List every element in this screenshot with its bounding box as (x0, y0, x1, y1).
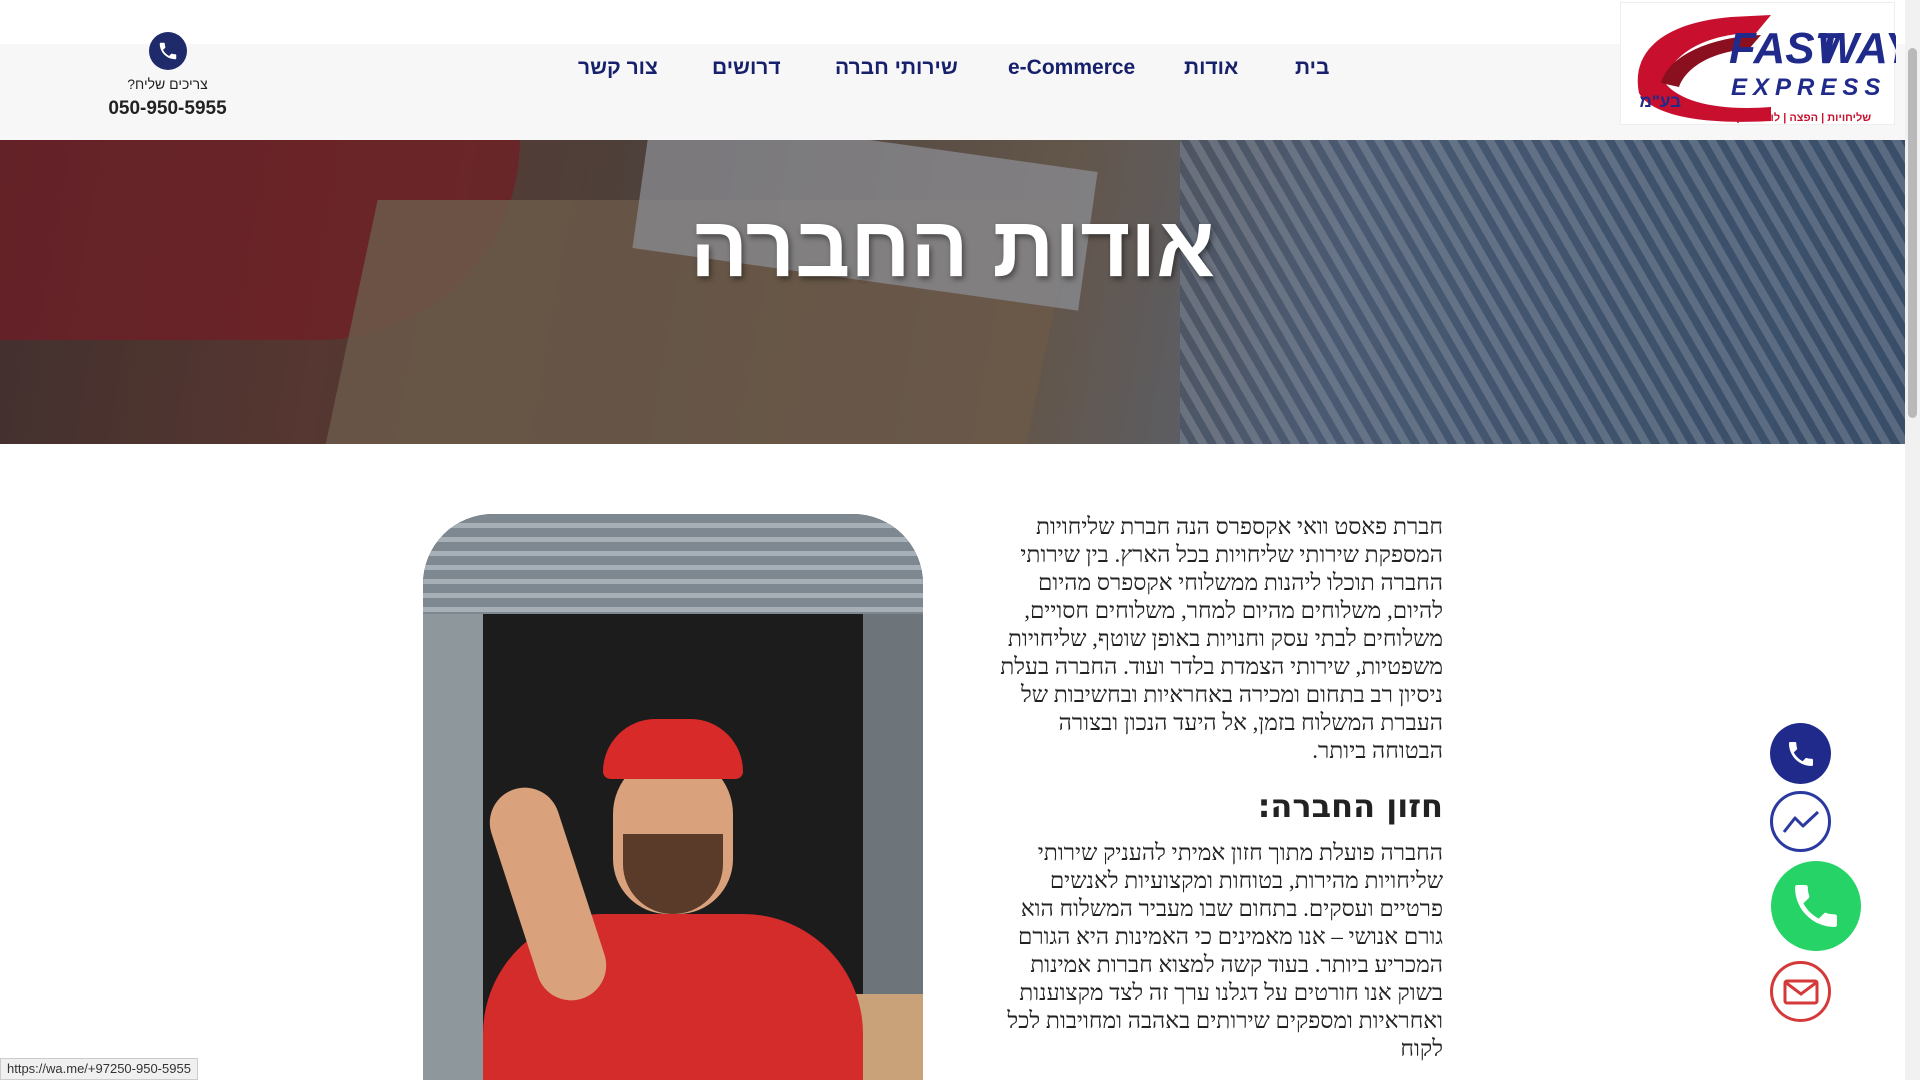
header-contact[interactable]: צריכים שליח? 050-950-5955 (100, 32, 235, 120)
page-scrollbar-thumb[interactable] (1908, 48, 1917, 418)
hero-title: אודות החברה (690, 199, 1215, 295)
logo-tagline: שליחויות | הפצה | לוגיסטיקה (1729, 111, 1871, 124)
email-icon (1783, 979, 1818, 1004)
site-header: FAST WAY EXPRESS בע"מ שליחויות | הפצה | … (0, 0, 1918, 140)
vision-paragraph: החברה פועלת מתוך חזון אמיתי להעניק שירות… (1007, 840, 1443, 1061)
logo-word-express: EXPRESS (1731, 74, 1886, 101)
page: FAST WAY EXPRESS בע"מ שליחויות | הפצה | … (0, 0, 1920, 1080)
contact-question: צריכים שליח? (127, 76, 208, 92)
nav-item-about[interactable]: אודות (1184, 56, 1238, 80)
photo-shutter (423, 514, 923, 614)
logo-suffix: בע"מ (1640, 92, 1682, 111)
site-logo[interactable]: FAST WAY EXPRESS בע"מ שליחויות | הפצה | … (1620, 2, 1918, 125)
float-phone-button[interactable] (1770, 723, 1831, 784)
status-bar-url: https://wa.me/+97250-950-5955 (0, 1058, 198, 1080)
messenger-icon (1782, 810, 1819, 833)
whatsapp-icon (1795, 885, 1837, 927)
phone-icon[interactable] (148, 32, 187, 70)
nav-item-company-services[interactable]: שירותי חברה (835, 56, 958, 80)
nav-item-contact[interactable]: צור קשר (578, 56, 658, 80)
vision-heading: חזון החברה: (1257, 787, 1443, 825)
about-content: חברת פאסט וואי אקספרס הנה חברת שליחויות … (985, 513, 1443, 1063)
nav-item-ecommerce[interactable]: e-Commerce (1008, 56, 1135, 80)
about-intro-paragraph: חברת פאסט וואי אקספרס הנה חברת שליחויות … (1000, 514, 1443, 763)
logo-word-way: WAY (1817, 24, 1896, 73)
courier-photo (423, 514, 923, 1080)
nav-item-home[interactable]: בית (1295, 56, 1329, 80)
float-email-button[interactable] (1770, 961, 1831, 1022)
nav-item-jobs[interactable]: דרושים (712, 56, 781, 80)
contact-phone-number[interactable]: 050-950-5955 (100, 98, 235, 120)
float-messenger-button[interactable] (1770, 791, 1831, 852)
hero-banner: אודות החברה (0, 140, 1905, 444)
float-whatsapp-button[interactable] (1771, 861, 1861, 951)
phone-icon (1788, 741, 1813, 766)
